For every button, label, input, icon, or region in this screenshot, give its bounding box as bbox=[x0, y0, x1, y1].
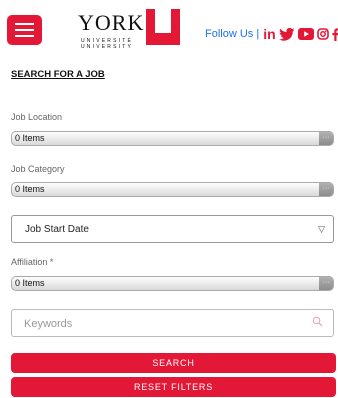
header: YORK UNIVERSITÉ UNIVERSITY Follow Us | i… bbox=[0, 0, 338, 58]
ellipsis-icon[interactable]: ··· bbox=[319, 132, 333, 145]
job-category-value: 0 Items bbox=[15, 184, 45, 194]
menu-bar bbox=[15, 23, 34, 25]
job-start-date-label: Job Start Date bbox=[25, 224, 89, 235]
instagram-icon[interactable] bbox=[316, 28, 329, 40]
affiliation-select[interactable]: 0 Items ··· bbox=[11, 276, 334, 291]
job-location-select[interactable]: 0 Items ··· bbox=[11, 131, 334, 146]
youtube-icon[interactable] bbox=[297, 28, 314, 40]
section-title: SEARCH FOR A JOB bbox=[11, 69, 105, 80]
linkedin-icon[interactable]: in bbox=[263, 27, 275, 41]
job-location-label: Job Location bbox=[11, 112, 63, 122]
job-location-value: 0 Items bbox=[15, 133, 45, 143]
hamburger-menu-button[interactable] bbox=[7, 15, 42, 45]
ellipsis-icon[interactable]: ··· bbox=[319, 183, 333, 196]
follow-us-label: Follow Us | bbox=[205, 28, 260, 40]
search-button[interactable]: SEARCH bbox=[11, 353, 336, 373]
menu-bar bbox=[15, 29, 34, 31]
chevron-down-icon: ▽ bbox=[318, 224, 325, 234]
logo-line-2: UNIVERSITY bbox=[81, 44, 134, 50]
york-university-logo[interactable]: YORK UNIVERSITÉ UNIVERSITY bbox=[76, 9, 186, 50]
affiliation-value: 0 Items bbox=[15, 278, 45, 288]
job-category-select[interactable]: 0 Items ··· bbox=[11, 182, 334, 197]
affiliation-label: Affiliation * bbox=[11, 257, 54, 267]
twitter-icon[interactable] bbox=[278, 27, 295, 41]
ellipsis-icon[interactable]: ··· bbox=[319, 277, 333, 290]
search-icon[interactable] bbox=[312, 316, 323, 327]
keywords-input[interactable] bbox=[22, 316, 306, 332]
keywords-field[interactable] bbox=[11, 309, 334, 337]
logo-u-mark bbox=[146, 9, 180, 45]
job-category-label: Job Category bbox=[11, 164, 65, 174]
menu-bar bbox=[15, 35, 34, 37]
job-start-date-select[interactable]: Job Start Date ▽ bbox=[11, 215, 334, 243]
job-search-form: SEARCH FOR A JOB Job Location 0 Items ··… bbox=[7, 58, 338, 398]
facebook-icon[interactable] bbox=[332, 27, 338, 41]
social-links: Follow Us | in bbox=[205, 26, 338, 42]
reset-filters-button[interactable]: RESET FILTERS bbox=[11, 377, 336, 397]
logo-wordmark: YORK bbox=[78, 10, 145, 35]
